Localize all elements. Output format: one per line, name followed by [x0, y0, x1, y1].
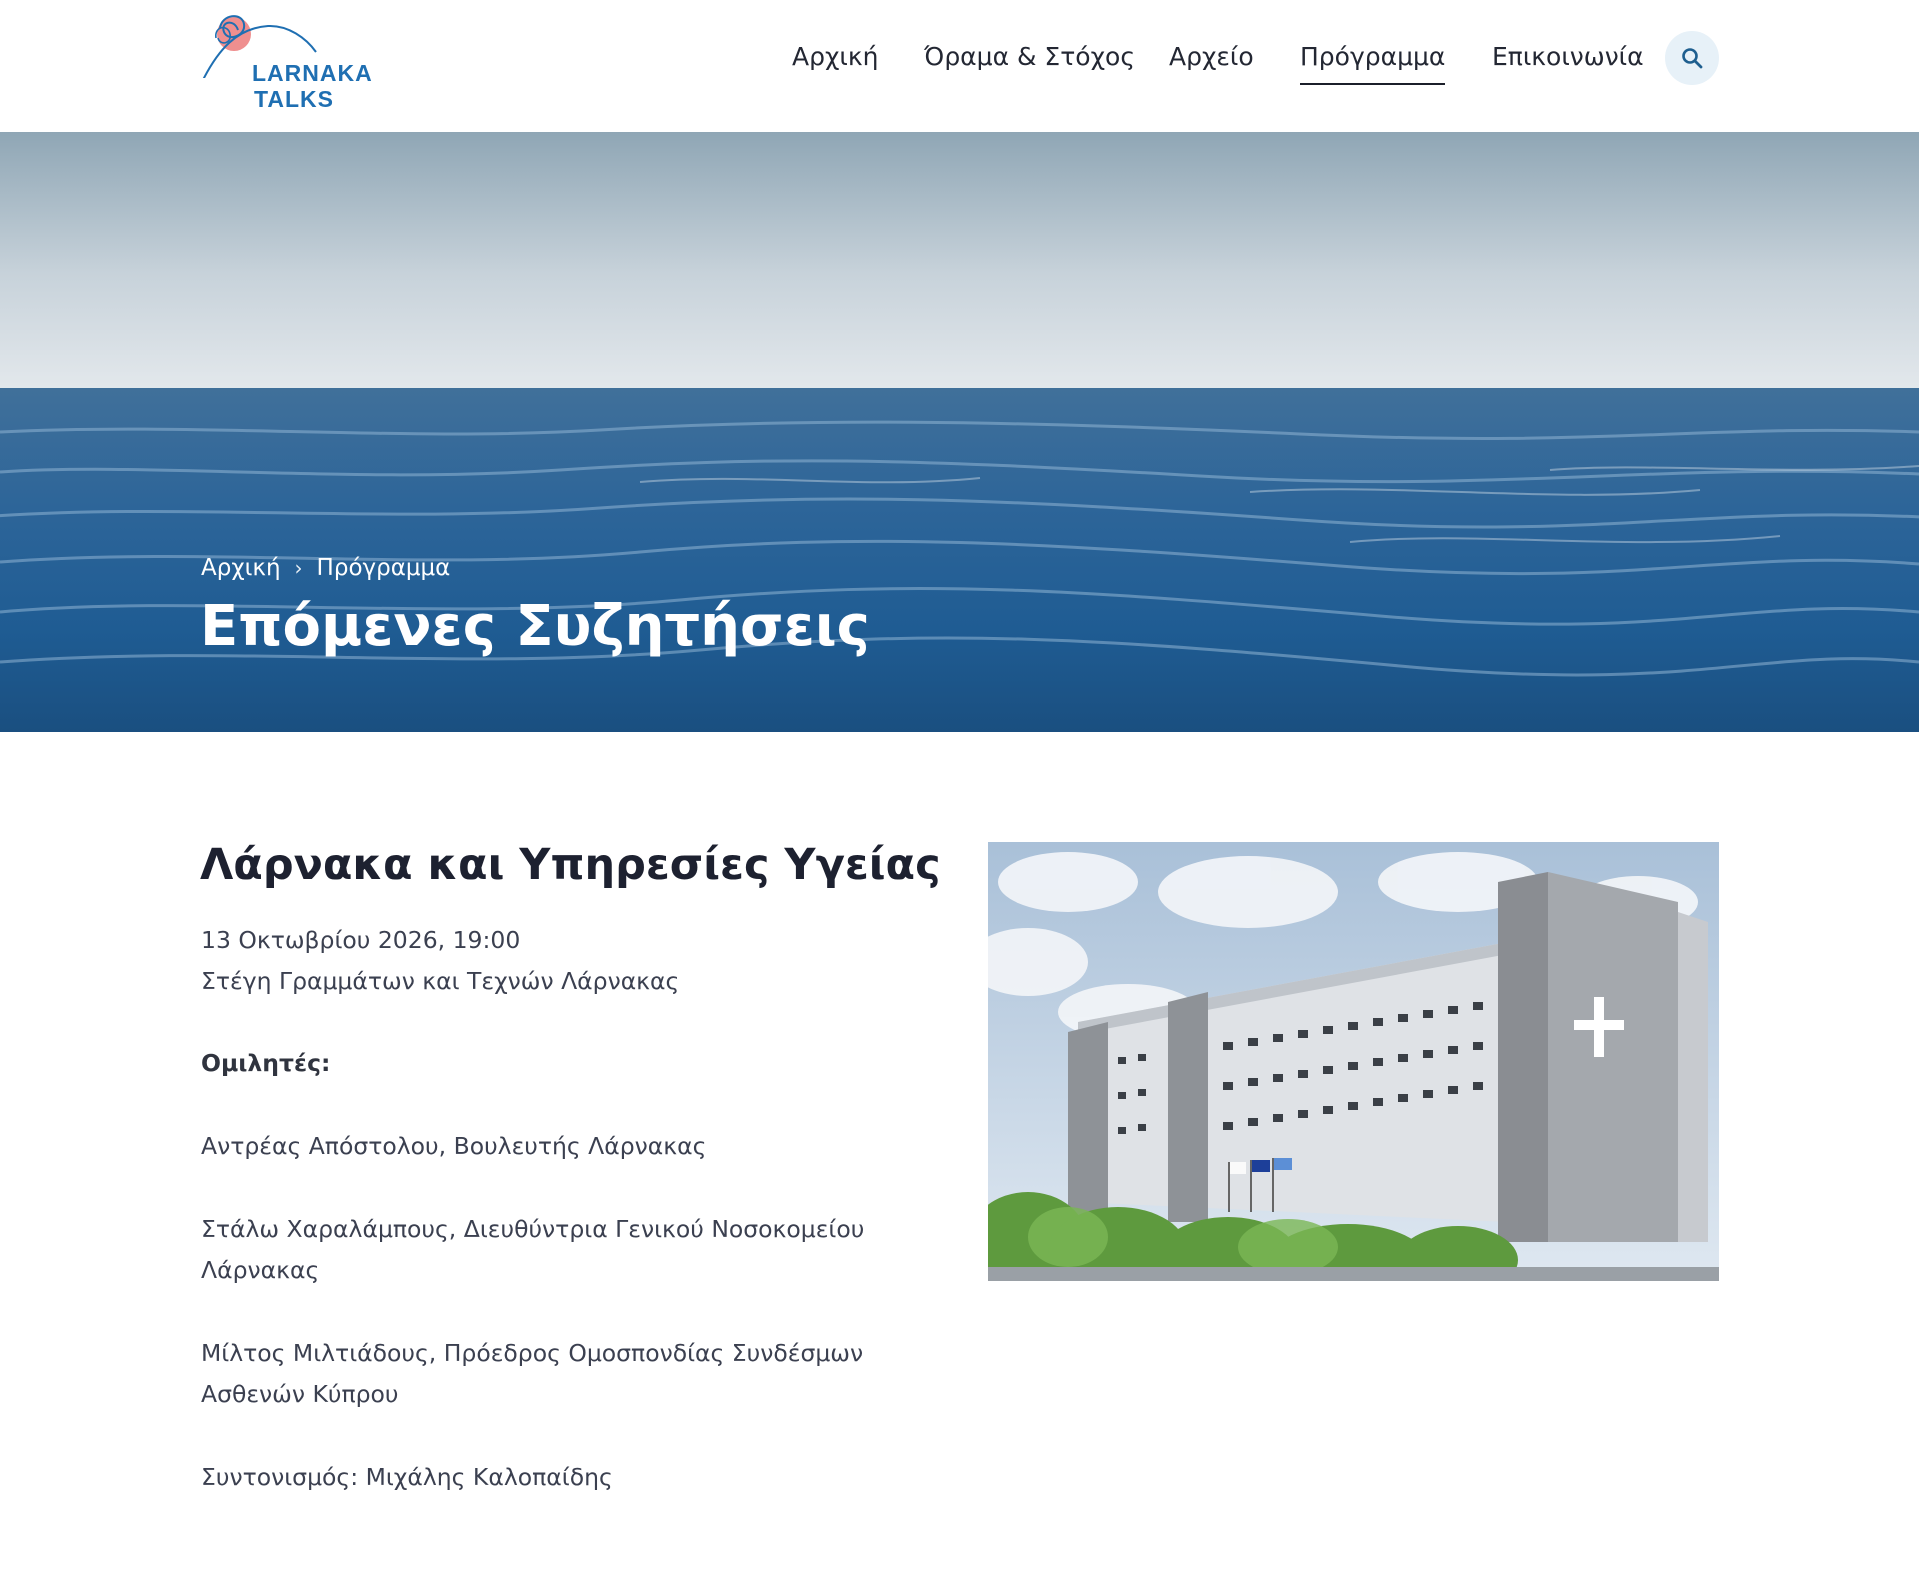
breadcrumb-current: Πρόγραμμα — [316, 555, 451, 581]
event-moderator: Συντονισμός: Μιχάλης Καλοπαίδης — [201, 1463, 613, 1491]
chevron-right-icon: › — [294, 556, 303, 580]
nav-item-home[interactable]: Αρχική — [792, 42, 878, 71]
nav-item-program[interactable]: Πρόγραμμα — [1300, 42, 1446, 85]
logo-text-line2: TALKS — [254, 86, 334, 112]
event-title: Λάρνακα και Υπηρεσίες Υγείας — [200, 840, 941, 890]
hero-banner: Αρχική › Πρόγραμμα Επόμενες Συζητήσεις — [0, 132, 1919, 732]
hospital-photo — [988, 842, 1719, 1281]
breadcrumb-home-link[interactable]: Αρχική — [201, 555, 281, 581]
breadcrumb: Αρχική › Πρόγραμμα — [201, 555, 450, 581]
site-header: LARNAKA TALKS Αρχική Όραμα & Στόχος Αρχε… — [0, 0, 1919, 132]
speaker-item: Στάλω Χαραλάμπους, Διευθύντρια Γενικού Ν… — [201, 1215, 865, 1284]
speaker-item: Μίλτος Μιλτιάδους, Πρόεδρος Ομοσπονδίας … — [201, 1339, 864, 1408]
logo-text-line1: LARNAKA — [252, 60, 373, 86]
event-venue: Στέγη Γραμμάτων και Τεχνών Λάρνακας — [201, 967, 680, 995]
event-datetime: 13 Οκτωβρίου 2026, 19:00 — [201, 926, 521, 954]
search-button[interactable] — [1665, 31, 1719, 85]
hospital-building-image — [988, 842, 1719, 1281]
speaker-item: Αντρέας Απόστολου, Βουλευτής Λάρνακας — [201, 1132, 707, 1160]
nav-item-contact[interactable]: Επικοινωνία — [1492, 42, 1644, 71]
larnaka-talks-logo[interactable]: LARNAKA TALKS — [198, 8, 398, 112]
search-icon — [1682, 48, 1703, 69]
nav-item-vision[interactable]: Όραμα & Στόχος — [924, 42, 1135, 71]
speakers-heading: Ομιλητές: — [201, 1049, 331, 1077]
page-title: Επόμενες Συζητήσεις — [200, 594, 870, 659]
nav-item-archive[interactable]: Αρχείο — [1169, 42, 1254, 71]
